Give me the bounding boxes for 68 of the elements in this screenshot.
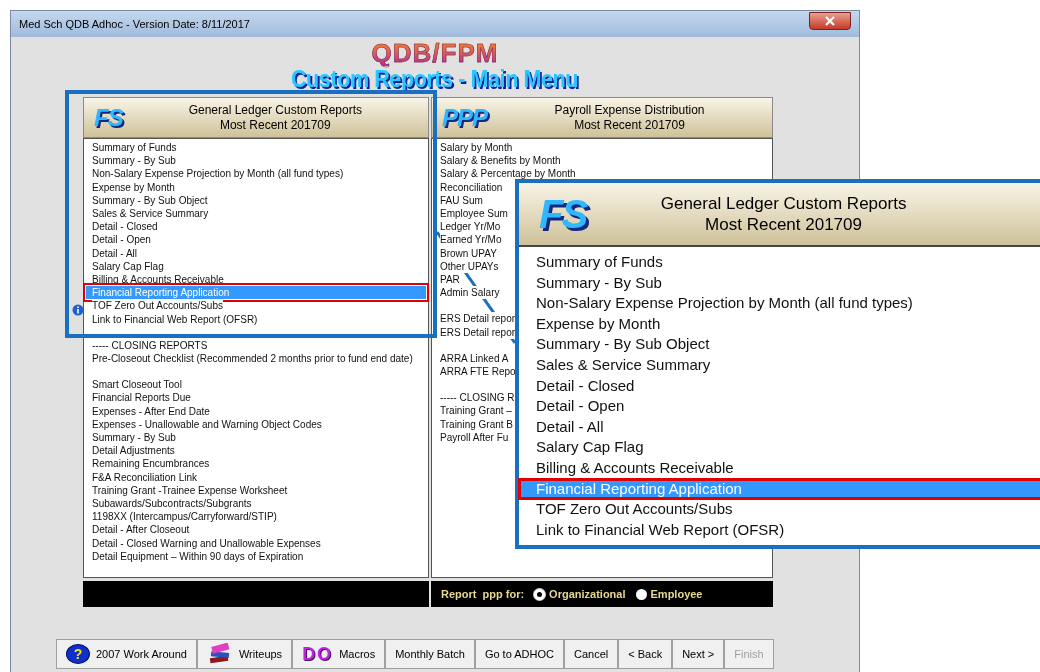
report-for-label: Report ppp for: [441, 588, 525, 600]
report-item[interactable]: Billing & Accounts Receivable [519, 457, 1040, 479]
report-item[interactable]: Detail - Closed Warning and Unallowable Expenses [92, 536, 321, 550]
toolbar-button[interactable]: Writeups [196, 639, 293, 669]
panel-title: General Ledger Custom Reports [660, 193, 907, 214]
toolbar-button[interactable]: Monthly Batch [385, 639, 475, 669]
panel-subtitle: Most Recent 201709 [219, 117, 331, 133]
report-item[interactable]: Detail Adjustments [92, 444, 175, 458]
report-item[interactable]: Sales & Service Summary [519, 354, 1040, 376]
report-item[interactable]: Subawards/Subcontracts/Subgrants [92, 497, 252, 511]
report-item[interactable]: Summary - By Sub [92, 154, 176, 168]
report-item[interactable]: Expenses - Unallowable and Warning Object Codes [92, 417, 322, 432]
report-item[interactable]: Summary of Funds [92, 141, 177, 155]
radio-option[interactable]: Employee [635, 588, 703, 600]
report-item[interactable]: Ledger Yr/Mo [440, 220, 501, 234]
report-item[interactable]: 1198XX (Intercampus/Carryforward/STIP) [92, 510, 277, 524]
report-item[interactable]: Training Grant – [440, 404, 512, 418]
report-item[interactable]: Summary - By Sub [519, 272, 1040, 294]
panel-title: General Ledger Custom Reports [188, 102, 363, 118]
panel-logo: FS [539, 191, 587, 237]
report-item[interactable]: Training Grant -Trainee Expense Worksheet [92, 483, 288, 498]
report-item[interactable]: Salary Cap Flag [92, 259, 164, 274]
radio-label: Organizational [549, 588, 626, 600]
report-item[interactable]: Summary of Funds [519, 252, 1040, 273]
report-item[interactable]: Sales & Service Summary [92, 207, 209, 221]
window-title: Med Sch QDB Adhoc - Version Date: 8/11/2017 [19, 18, 250, 30]
panel-logo: FS [94, 103, 123, 132]
panel-logo: PPP [442, 103, 488, 132]
report-item[interactable]: Financial Reports Due [92, 391, 191, 405]
report-item[interactable]: TOF Zero Out Accounts/Subs [519, 499, 1040, 520]
panel-subtitle: Most Recent 201709 [574, 117, 685, 133]
report-item[interactable]: Salary Cap Flag [519, 437, 1040, 458]
toolbar-button[interactable]: Cancel [563, 639, 619, 669]
report-item[interactable]: Detail - Open [92, 233, 151, 247]
report-item[interactable]: Salary & Benefits by Month [440, 154, 561, 168]
toolbar-button[interactable]: < Back [618, 639, 673, 669]
report-item[interactable]: Detail - Open [519, 396, 1040, 417]
report-item[interactable]: Link to Financial Web Report (OFSR) [519, 519, 1040, 541]
report-item[interactable]: Admin Salary [440, 286, 500, 300]
radio-option[interactable]: Organizational [534, 588, 626, 600]
report-item[interactable]: Summary - By Sub [92, 431, 176, 445]
app-logo: QDB/FPM [371, 40, 499, 66]
menu-title: Custom Reports - Main Menu [291, 66, 579, 92]
toolbar-button[interactable]: Next > [672, 639, 725, 669]
close-button[interactable] [809, 12, 851, 30]
report-item[interactable]: Salary by Month [440, 141, 513, 155]
do-logo: DO [302, 643, 334, 665]
toolbar-button[interactable]: DO Macros [292, 639, 386, 669]
report-item[interactable]: ARRA FTE Repo [440, 365, 516, 379]
report-item[interactable]: Salary & Percentage by Month [440, 167, 576, 181]
report-item[interactable]: Non-Salary Expense Projection by Month (all fund types) [92, 167, 344, 181]
report-item[interactable]: Non-Salary Expense Projection by Month (all fund types) [519, 293, 1040, 314]
report-item[interactable]: Employee Sum [440, 207, 508, 221]
report-item[interactable]: ERS Detail repor [440, 312, 516, 326]
report-item[interactable]: Pre-Closeout Checklist (Recommended 2 months prior to fund end date) [92, 352, 413, 366]
report-item[interactable]: Remaining Encumbrances [92, 457, 210, 471]
toolbar-button[interactable]: ? 2007 Work Around [56, 639, 197, 669]
report-item[interactable]: Expense by Month [519, 313, 1040, 335]
report-item[interactable]: Earned Yr/Mo [440, 233, 502, 247]
report-item[interactable]: Detail - Closed [519, 375, 1040, 397]
report-item[interactable]: Summary - By Sub Object [519, 334, 1040, 355]
close-icon [824, 16, 836, 26]
panel-title: Payroll Expense Distribution [554, 102, 705, 118]
report-item[interactable]: Detail - All [519, 416, 1040, 438]
toolbar-button[interactable]: Go to ADHOC [474, 639, 564, 669]
radio-label: Employee [650, 588, 703, 600]
help-icon: ? [66, 644, 90, 664]
panel-subtitle: Most Recent 201709 [705, 214, 862, 235]
